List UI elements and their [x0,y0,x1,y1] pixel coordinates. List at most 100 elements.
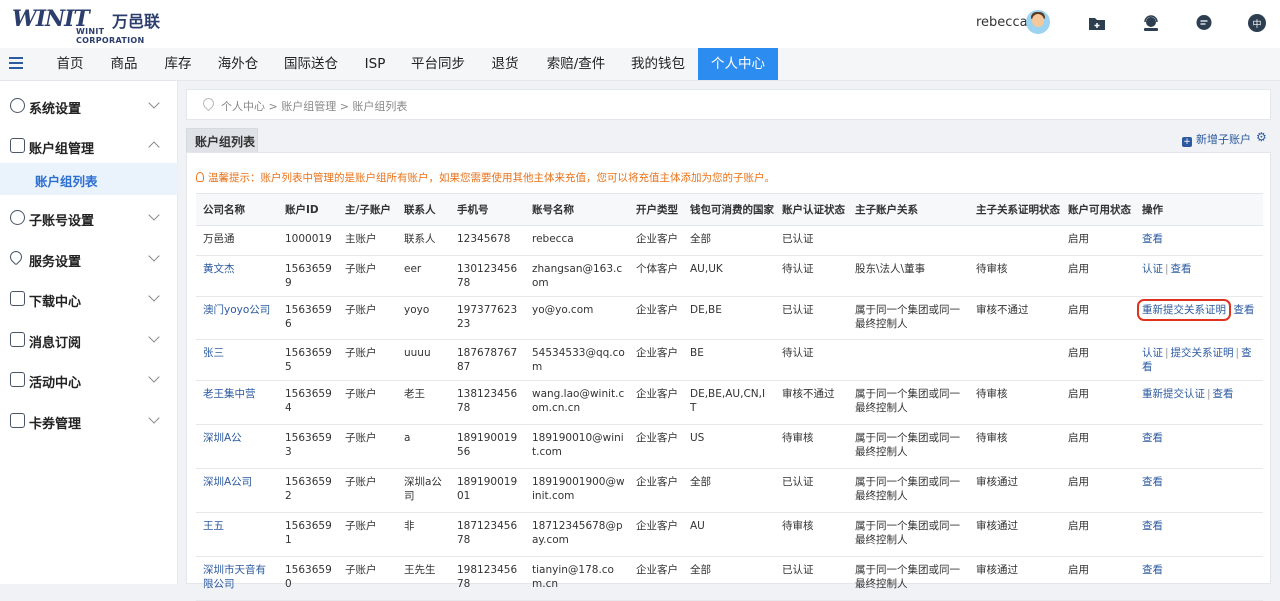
cell-proof: 待审核 [969,255,1061,297]
nav-returns[interactable]: 退货 [482,48,528,80]
action-link[interactable]: 重新提交认证 [1142,388,1205,400]
cell-account: 189190010@winit.com [525,424,629,469]
sidebar-subitem-label: 账户组列表 [35,174,98,189]
action-link[interactable]: 查看 [1233,304,1254,316]
cell-company[interactable]: 张三 [196,339,278,381]
cell-proof: 审核不通过 [969,296,1061,340]
table-row: 深圳市天音有限公司 15636590 子账户 王先生 19812345678 tianyi… [196,556,1263,601]
cell-type: 子账户 [338,512,397,557]
col-available-status: 账户可用状态 [1061,193,1135,226]
sidebar-item-download-center[interactable]: 下载中心 [0,279,178,319]
chevron-down-icon [148,250,160,262]
cell-auth: 已认证 [775,468,848,513]
cell-account: 54534533@qq.com [525,339,629,381]
panel-tab: 账户组列表 [186,128,258,152]
cell-countries: DE,BE,AU,CN,IT [683,380,775,425]
sidebar-item-label: 子账号设置 [29,214,95,229]
nav-products[interactable]: 商品 [98,48,150,80]
account-group-panel: 温馨提示：账户列表中管理的是账户组所有账户，如果您需要使用其他主体来充值，您可以… [186,152,1271,601]
col-phone: 手机号 [450,193,525,226]
cell-relation: 属于同一个集团或同一最终控制人 [848,512,969,557]
cell-relation [848,225,969,256]
cell-type: 子账户 [338,424,397,469]
cell-company[interactable]: 老王集中营 [196,380,278,425]
cell-company[interactable]: 黄文杰 [196,255,278,297]
breadcrumb[interactable]: 个人中心 > 账户组管理 > 账户组列表 [221,98,407,114]
cell-open: 企业客户 [629,225,683,256]
cell-proof: 审核通过 [969,468,1061,513]
language-icon[interactable]: 中 [1248,14,1266,32]
action-link[interactable]: 查看 [1213,388,1234,400]
settings-gear-icon[interactable]: ⚙ [1256,130,1267,144]
avatar[interactable] [1026,10,1050,34]
cell-company[interactable]: 深圳A公 [196,424,278,469]
cell-account: wang.lao@winit.com.cn.cn [525,380,629,425]
sidebar-item-message-subscription[interactable]: 消息订阅 [0,320,178,360]
cell-status: 启用 [1061,556,1135,601]
nav-inventory[interactable]: 库存 [152,48,204,80]
nav-wallet[interactable]: 我的钱包 [622,48,694,80]
add-sub-account-button[interactable]: + 新增子账户 [1182,131,1251,147]
cell-type: 子账户 [338,255,397,297]
action-link[interactable]: 重新提交关系证明 [1137,299,1231,321]
cell-relation: 股东\法人\董事 [848,255,969,297]
nav-claims[interactable]: 索赔/查件 [536,48,616,80]
action-link[interactable]: 查看 [1142,520,1163,532]
cell-company[interactable]: 深圳市天音有限公司 [196,556,278,601]
sidebar-item-system-settings[interactable]: 系统设置 [0,86,178,126]
action-link[interactable]: 认证 [1142,347,1163,359]
chevron-down-icon [148,290,160,302]
winit-logo[interactable]: WINIT 万邑联 WINIT CORPORATION [12,6,172,45]
cell-actions: 认证 | 提交关系证明 | 查看 [1135,339,1263,381]
nav-overseas-warehouse[interactable]: 海外仓 [208,48,268,80]
action-link[interactable]: 认证 [1142,263,1163,275]
cell-status: 启用 [1061,255,1135,297]
table-row: 深圳A公 15636593 子账户 a 18919001956 189190010@win… [196,424,1263,469]
cell-company[interactable]: 王五 [196,512,278,557]
cell-countries: 全部 [683,556,775,601]
chevron-down-icon [148,371,160,383]
cell-id: 15636595 [278,339,338,381]
sidebar-item-account-group[interactable]: 账户组管理 [0,126,178,166]
cell-account: tianyin@178.com.cn [525,556,629,601]
nav-isp[interactable]: ISP [356,48,394,80]
menu-toggle-icon[interactable] [9,57,23,71]
cell-auth: 待认证 [775,339,848,381]
cell-contact: a [397,424,450,469]
cell-company[interactable]: 深圳A公司 [196,468,278,513]
action-separator: | [1235,347,1240,359]
nav-platform-sync[interactable]: 平台同步 [402,48,474,80]
action-link[interactable]: 查看 [1142,476,1163,488]
cell-type: 子账户 [338,296,397,340]
action-link[interactable]: 提交关系证明 [1171,347,1234,359]
cell-proof: 待审核 [969,380,1061,425]
action-link[interactable]: 查看 [1142,233,1163,245]
cell-status: 启用 [1061,512,1135,557]
sidebar-item-label: 服务设置 [29,255,82,270]
sidebar-item-activity-center[interactable]: 活动中心 [0,360,178,400]
nav-personal-center[interactable]: 个人中心 [698,48,778,80]
folder-icon[interactable] [1088,14,1106,32]
sidebar-item-label: 系统设置 [29,102,82,117]
cell-company[interactable]: 澳门yoyo公司 [196,296,278,340]
chevron-up-icon [148,141,160,153]
action-link[interactable]: 查看 [1171,263,1192,275]
bookmark-icon [10,332,25,347]
action-link[interactable]: 查看 [1142,564,1163,576]
sidebar-subitem-account-group-list[interactable]: 账户组列表 [0,163,178,195]
cell-phone: 18919001901 [450,468,525,513]
cell-open: 企业客户 [629,512,683,557]
cell-account: 18919001900@winit.com [525,468,629,513]
message-icon[interactable] [1195,14,1213,32]
chevron-down-icon [148,209,160,221]
action-link[interactable]: 查看 [1142,432,1163,444]
service-agent-icon[interactable] [1142,14,1160,32]
col-auth-status: 账户认证状态 [775,193,848,226]
table-row: 张三 15636595 子账户 uuuu 18767876787 54534533@qq.… [196,339,1263,381]
sidebar-item-service-settings[interactable]: 服务设置 [0,239,178,279]
username[interactable]: rebecca [976,15,1028,30]
nav-intl-delivery[interactable]: 国际送仓 [275,48,347,80]
sidebar-item-coupons[interactable]: 卡券管理 [0,401,178,441]
sidebar-item-sub-accounts[interactable]: 子账号设置 [0,198,178,238]
nav-home[interactable]: 首页 [44,48,96,80]
